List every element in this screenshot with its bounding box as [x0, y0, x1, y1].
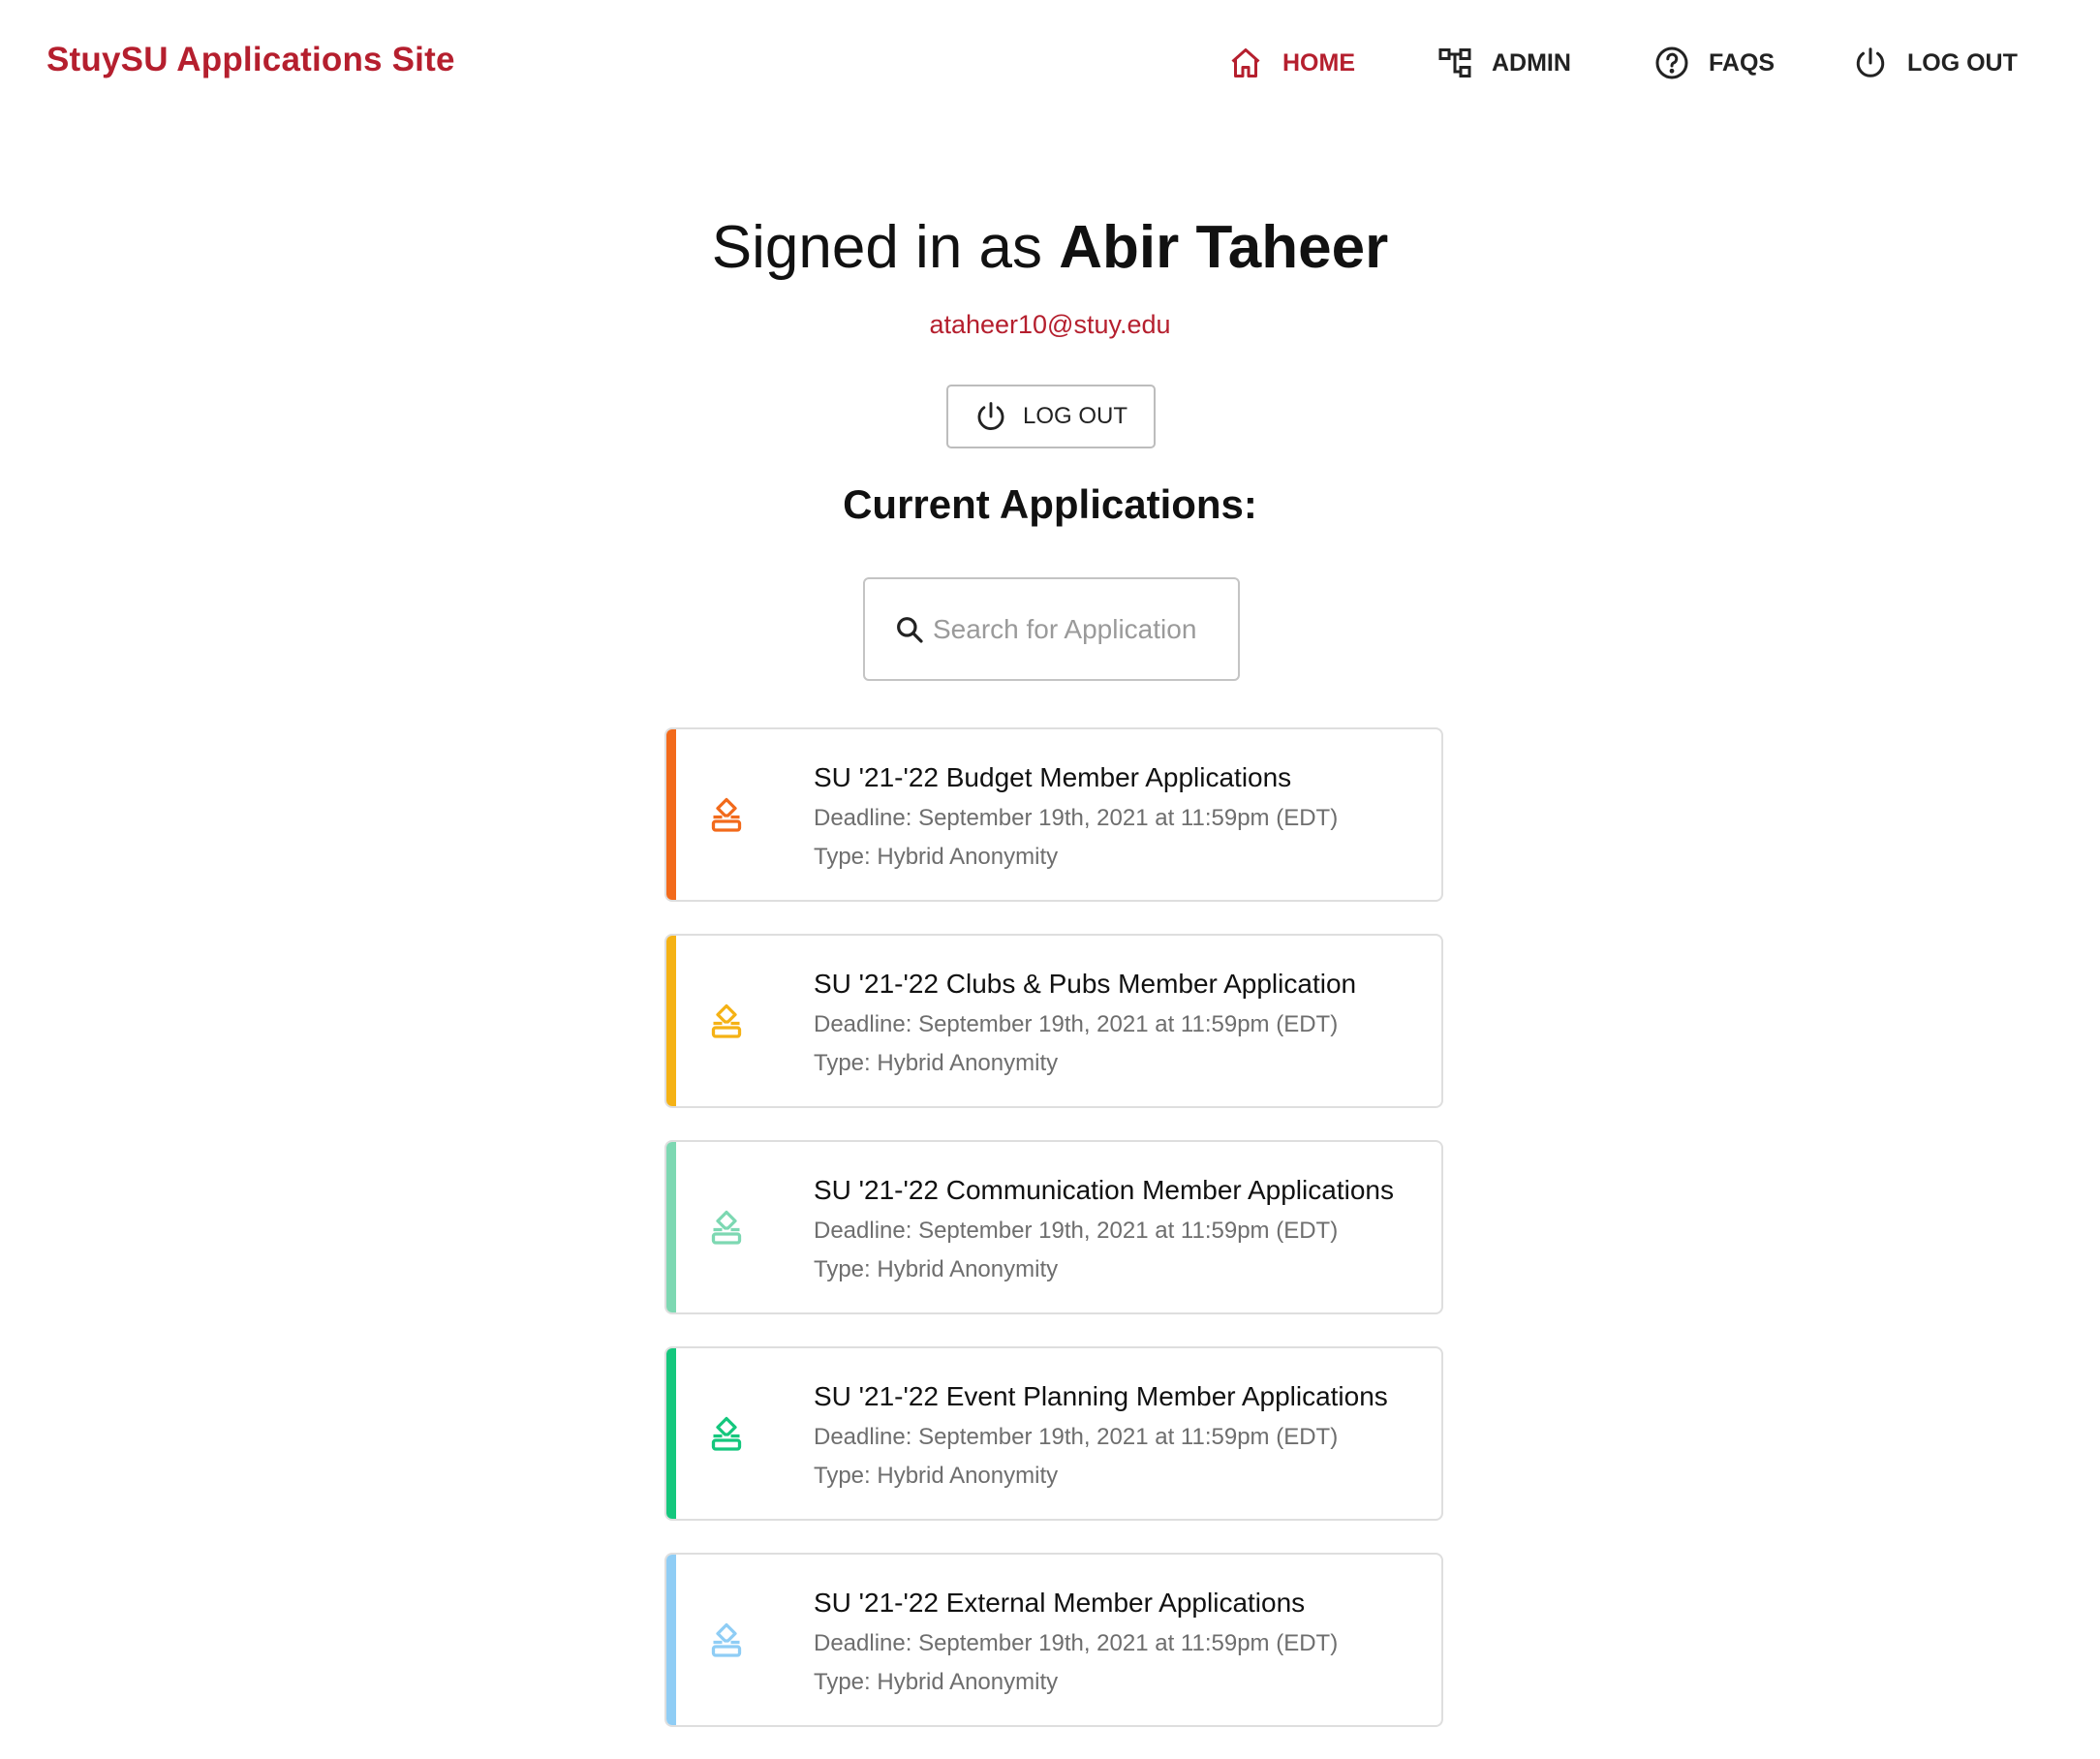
logout-button[interactable]: LOG OUT — [946, 385, 1156, 448]
applications-list: SU '21-'22 Budget Member Applications De… — [664, 727, 1443, 1759]
application-card[interactable]: SU '21-'22 Clubs & Pubs Member Applicati… — [664, 934, 1443, 1108]
nav-logout-label: LOG OUT — [1907, 48, 2018, 77]
logout-button-label: LOG OUT — [1022, 403, 1127, 429]
power-icon — [1853, 46, 1888, 80]
nav-faqs-label: FAQS — [1709, 48, 1776, 77]
application-title: SU '21-'22 Event Planning Member Applica… — [814, 1381, 1388, 1411]
application-type: Type: Hybrid Anonymity — [814, 844, 1059, 870]
signed-in-prefix: Signed in as — [711, 214, 1043, 281]
site-brand[interactable]: StuySU Applications Site — [46, 41, 455, 79]
search-input[interactable] — [933, 613, 1223, 645]
application-type: Type: Hybrid Anonymity — [814, 1050, 1059, 1076]
card-accent-bar — [666, 936, 676, 1106]
top-navbar: StuySU Applications Site HOME ADMIN FAQS — [0, 0, 2100, 126]
nav-admin-label: ADMIN — [1492, 48, 1571, 77]
application-deadline: Deadline: September 19th, 2021 at 11:59p… — [814, 1630, 1339, 1656]
nav-home-link[interactable]: HOME — [1228, 39, 1355, 87]
user-name: Abir Taheer — [1059, 214, 1389, 281]
card-accent-bar — [666, 1348, 676, 1519]
search-icon — [894, 614, 925, 645]
section-title: Current Applications: — [843, 481, 1257, 527]
application-card[interactable]: SU '21-'22 Event Planning Member Applica… — [664, 1346, 1443, 1521]
ballot-box-icon — [709, 1003, 744, 1041]
help-circle-icon — [1654, 46, 1689, 80]
home-icon — [1228, 46, 1263, 80]
ballot-box-icon — [709, 1621, 744, 1660]
application-deadline: Deadline: September 19th, 2021 at 11:59p… — [814, 1011, 1339, 1037]
application-card[interactable]: SU '21-'22 External Member Applications … — [664, 1553, 1443, 1727]
ballot-box-icon — [709, 1209, 744, 1248]
application-title: SU '21-'22 Communication Member Applicat… — [814, 1175, 1394, 1205]
card-accent-bar — [666, 1555, 676, 1725]
ballot-box-icon — [709, 1415, 744, 1454]
application-type: Type: Hybrid Anonymity — [814, 1256, 1059, 1282]
application-type: Type: Hybrid Anonymity — [814, 1669, 1059, 1695]
card-accent-bar — [666, 729, 676, 900]
application-card[interactable]: SU '21-'22 Budget Member Applications De… — [664, 727, 1443, 902]
application-title: SU '21-'22 Budget Member Applications — [814, 762, 1292, 792]
nav-logout-link[interactable]: LOG OUT — [1853, 39, 2018, 87]
signed-in-heading: Signed in as Abir Taheer — [0, 213, 2100, 282]
power-icon — [974, 400, 1007, 433]
search-box — [863, 577, 1240, 681]
application-deadline: Deadline: September 19th, 2021 at 11:59p… — [814, 1424, 1339, 1450]
application-title: SU '21-'22 Clubs & Pubs Member Applicati… — [814, 969, 1357, 999]
sitemap-icon — [1437, 46, 1472, 80]
application-card[interactable]: SU '21-'22 Communication Member Applicat… — [664, 1140, 1443, 1314]
ballot-box-icon — [709, 796, 744, 835]
application-type: Type: Hybrid Anonymity — [814, 1463, 1059, 1489]
application-deadline: Deadline: September 19th, 2021 at 11:59p… — [814, 1218, 1339, 1244]
nav-home-label: HOME — [1282, 48, 1355, 77]
user-email: ataheer10@stuy.edu — [929, 310, 1171, 339]
nav-faqs-link[interactable]: FAQS — [1654, 39, 1775, 87]
application-deadline: Deadline: September 19th, 2021 at 11:59p… — [814, 805, 1339, 831]
nav-admin-link[interactable]: ADMIN — [1437, 39, 1571, 87]
card-accent-bar — [666, 1142, 676, 1312]
